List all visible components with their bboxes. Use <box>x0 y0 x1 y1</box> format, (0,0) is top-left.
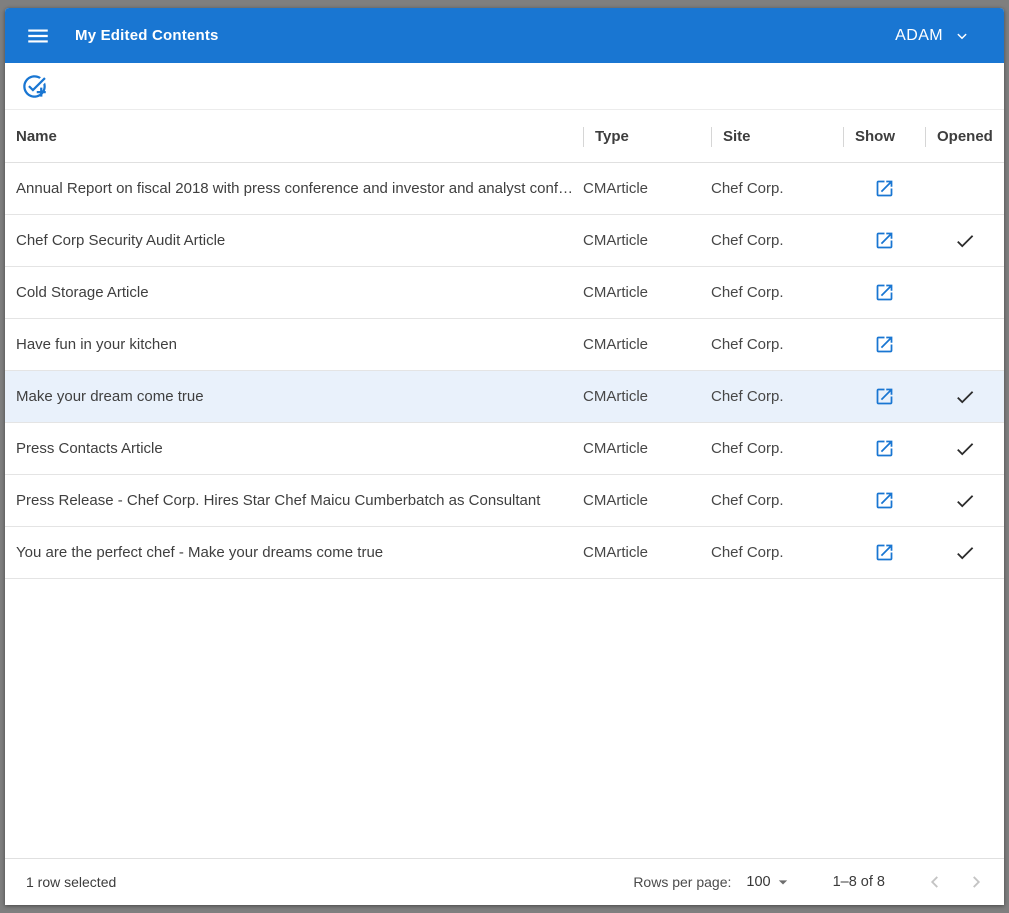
table-row[interactable]: Make your dream come true CMArticle Chef… <box>5 371 1004 423</box>
show-content-button[interactable] <box>872 333 896 357</box>
row-type: CMArticle <box>583 492 711 509</box>
row-name: Press Release - Chef Corp. Hires Star Ch… <box>5 492 583 509</box>
row-site: Chef Corp. <box>711 232 843 249</box>
open-in-new-icon <box>874 386 895 407</box>
column-header-name: Name <box>5 110 583 162</box>
row-type: CMArticle <box>583 440 711 457</box>
column-header-site: Site <box>711 110 843 162</box>
next-page-button[interactable] <box>964 870 988 894</box>
row-name: Make your dream come true <box>5 388 583 405</box>
rows-per-page-select[interactable]: 100 <box>746 872 792 892</box>
user-menu-button[interactable]: ADAM <box>895 27 971 45</box>
opened-check-icon <box>954 438 976 460</box>
row-name: You are the perfect chef - Make your dre… <box>5 544 583 561</box>
table-header: Name Type Site Show Opened <box>5 110 1004 163</box>
column-header-show: Show <box>843 110 925 162</box>
column-header-opened: Opened <box>925 110 1004 162</box>
row-site: Chef Corp. <box>711 388 843 405</box>
add-task-icon <box>21 73 48 100</box>
table-row[interactable]: Chef Corp Security Audit Article CMArtic… <box>5 215 1004 267</box>
add-task-button[interactable] <box>20 72 48 100</box>
previous-page-button[interactable] <box>923 870 947 894</box>
show-content-button[interactable] <box>872 177 896 201</box>
show-content-button[interactable] <box>872 385 896 409</box>
table-row[interactable]: Annual Report on fiscal 2018 with press … <box>5 163 1004 215</box>
opened-check-icon <box>954 490 976 512</box>
row-type: CMArticle <box>583 544 711 561</box>
show-content-button[interactable] <box>872 281 896 305</box>
table-row[interactable]: Cold Storage Article CMArticle Chef Corp… <box>5 267 1004 319</box>
opened-check-icon <box>954 230 976 252</box>
opened-check-icon <box>954 386 976 408</box>
row-site: Chef Corp. <box>711 492 843 509</box>
row-name: Have fun in your kitchen <box>5 336 583 353</box>
table-row[interactable]: Have fun in your kitchen CMArticle Chef … <box>5 319 1004 371</box>
show-content-button[interactable] <box>872 437 896 461</box>
chevron-right-icon <box>965 871 987 893</box>
row-type: CMArticle <box>583 232 711 249</box>
table-footer: 1 row selected Rows per page: 100 1–8 of… <box>5 858 1004 905</box>
show-content-button[interactable] <box>872 489 896 513</box>
row-type: CMArticle <box>583 388 711 405</box>
rows-per-page-value: 100 <box>746 874 770 890</box>
row-site: Chef Corp. <box>711 180 843 197</box>
row-type: CMArticle <box>583 180 711 197</box>
row-name: Annual Report on fiscal 2018 with press … <box>5 180 583 197</box>
table-row[interactable]: You are the perfect chef - Make your dre… <box>5 527 1004 579</box>
pagination-range: 1–8 of 8 <box>833 874 885 890</box>
chevron-left-icon <box>924 871 946 893</box>
chevron-down-icon <box>953 27 971 45</box>
open-in-new-icon <box>874 282 895 303</box>
open-in-new-icon <box>874 542 895 563</box>
row-name: Cold Storage Article <box>5 284 583 301</box>
show-content-button[interactable] <box>872 541 896 565</box>
user-name: ADAM <box>895 27 943 45</box>
open-in-new-icon <box>874 178 895 199</box>
opened-check-icon <box>954 542 976 564</box>
rows-per-page-label: Rows per page: <box>633 874 731 890</box>
row-type: CMArticle <box>583 284 711 301</box>
hamburger-icon <box>25 23 51 49</box>
open-in-new-icon <box>874 230 895 251</box>
selection-status: 1 row selected <box>26 874 116 890</box>
row-type: CMArticle <box>583 336 711 353</box>
row-site: Chef Corp. <box>711 284 843 301</box>
app-bar: My Edited Contents ADAM <box>5 8 1004 63</box>
open-in-new-icon <box>874 438 895 459</box>
dropdown-arrow-icon <box>773 872 793 892</box>
row-site: Chef Corp. <box>711 544 843 561</box>
column-header-type: Type <box>583 110 711 162</box>
table-row[interactable]: Press Contacts Article CMArticle Chef Co… <box>5 423 1004 475</box>
empty-area <box>5 579 1004 858</box>
row-site: Chef Corp. <box>711 440 843 457</box>
row-site: Chef Corp. <box>711 336 843 353</box>
hamburger-menu-button[interactable] <box>24 22 52 50</box>
table-row[interactable]: Press Release - Chef Corp. Hires Star Ch… <box>5 475 1004 527</box>
open-in-new-icon <box>874 490 895 511</box>
table-body: Annual Report on fiscal 2018 with press … <box>5 163 1004 579</box>
toolbar <box>5 63 1004 110</box>
page-title: My Edited Contents <box>75 27 219 44</box>
show-content-button[interactable] <box>872 229 896 253</box>
open-in-new-icon <box>874 334 895 355</box>
row-name: Press Contacts Article <box>5 440 583 457</box>
app-window: My Edited Contents ADAM Name Type Site S… <box>5 8 1004 905</box>
row-name: Chef Corp Security Audit Article <box>5 232 583 249</box>
